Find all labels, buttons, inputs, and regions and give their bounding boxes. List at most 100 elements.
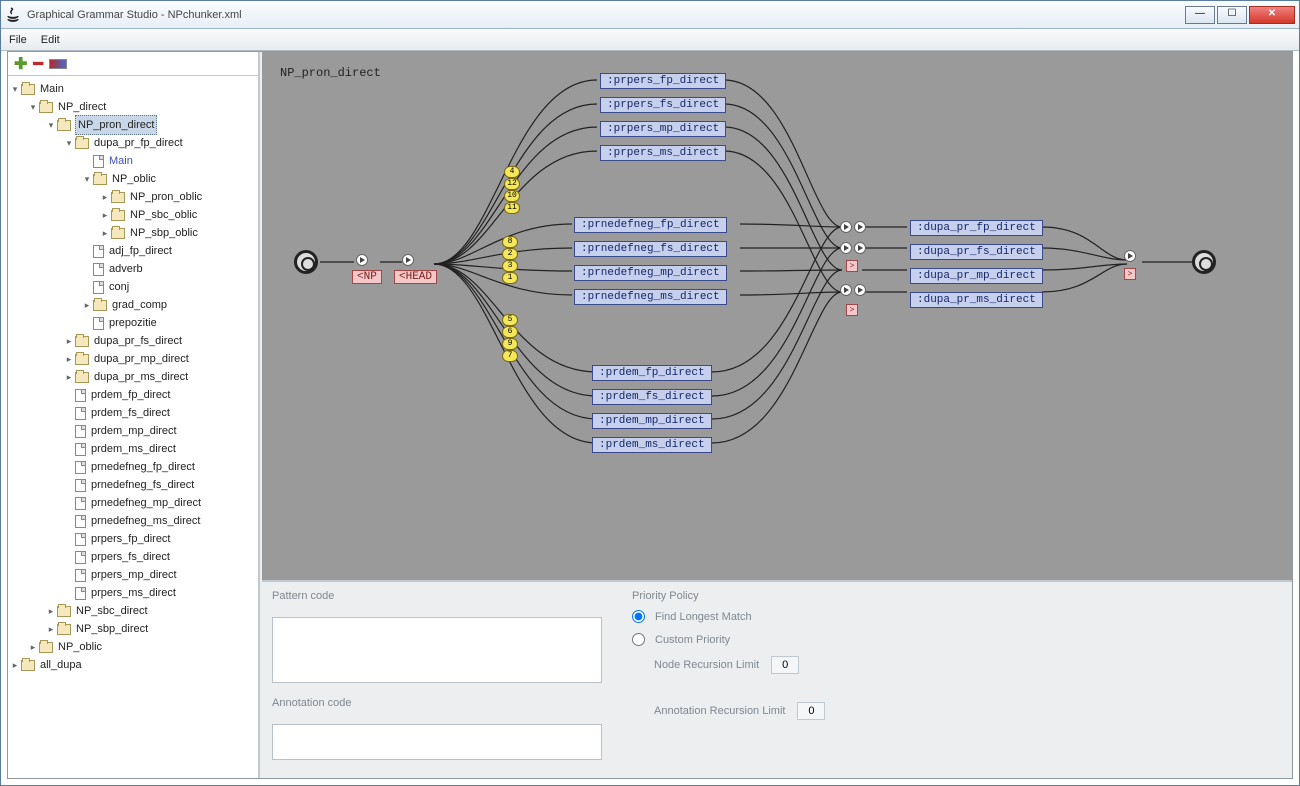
tree-item[interactable]: prdem_fs_direct — [10, 404, 256, 422]
tree-item[interactable]: prdem_mp_direct — [10, 422, 256, 440]
priority-bubble: 2 — [502, 248, 518, 260]
tree-item[interactable]: ▸NP_sbc_oblic — [10, 206, 256, 224]
maximize-button[interactable]: ☐ — [1217, 6, 1247, 24]
file-icon — [93, 317, 104, 330]
tree-item[interactable]: ▸all_dupa — [10, 656, 256, 674]
tree-item-label: prpers_mp_direct — [90, 566, 178, 584]
tree-item-label: NP_sbp_oblic — [129, 224, 199, 242]
tree-item[interactable]: ▾NP_pron_direct — [10, 116, 256, 134]
tree-item[interactable]: ▸dupa_pr_mp_direct — [10, 350, 256, 368]
folder-icon — [39, 102, 53, 113]
tree-item[interactable]: prpers_ms_direct — [10, 584, 256, 602]
tree-item[interactable]: prnedefneg_ms_direct — [10, 512, 256, 530]
tree-item[interactable]: ▸grad_comp — [10, 296, 256, 314]
add-icon[interactable]: ✚ — [14, 54, 27, 74]
tree-item[interactable]: prpers_fs_direct — [10, 548, 256, 566]
tree-item[interactable]: Main — [10, 152, 256, 170]
tree-item[interactable]: prdem_ms_direct — [10, 440, 256, 458]
tree-item-label: dupa_pr_ms_direct — [93, 368, 189, 386]
node-recursion-input[interactable] — [771, 656, 799, 674]
graph-node[interactable]: :dupa_pr_fs_direct — [910, 244, 1043, 260]
longest-match-radio[interactable] — [632, 610, 645, 623]
tree-item-label: adj_fp_direct — [108, 242, 173, 260]
graph-node[interactable]: :prdem_fs_direct — [592, 389, 712, 405]
folder-icon — [111, 210, 125, 221]
tree-item[interactable]: ▾NP_oblic — [10, 170, 256, 188]
tree-item[interactable]: prnedefneg_fp_direct — [10, 458, 256, 476]
priority-bubble: 7 — [502, 350, 518, 362]
menu-file[interactable]: File — [9, 34, 27, 46]
file-icon — [75, 443, 86, 456]
graph-node[interactable]: :prnedefneg_mp_direct — [574, 265, 727, 281]
tree-item[interactable]: adverb — [10, 260, 256, 278]
graph-node[interactable]: :prnedefneg_ms_direct — [574, 289, 727, 305]
close-button[interactable]: ✕ — [1249, 6, 1295, 24]
tree-view[interactable]: ▾Main▾NP_direct▾NP_pron_direct▾dupa_pr_f… — [8, 76, 258, 778]
start-node[interactable] — [294, 250, 318, 274]
arrow-icon — [356, 254, 368, 266]
folder-icon — [57, 120, 71, 131]
pink-marker[interactable]: > — [846, 304, 858, 316]
arrow-icon — [854, 221, 866, 233]
folder-icon — [111, 228, 125, 239]
tree-item[interactable]: prepozitie — [10, 314, 256, 332]
tree-item[interactable]: ▾dupa_pr_fp_direct — [10, 134, 256, 152]
file-icon — [75, 533, 86, 546]
tree-item[interactable]: prnedefneg_fs_direct — [10, 476, 256, 494]
tree-item[interactable]: ▸NP_sbp_direct — [10, 620, 256, 638]
head-tag-node[interactable]: <HEAD — [394, 270, 437, 284]
custom-priority-radio[interactable] — [632, 633, 645, 646]
folder-icon — [75, 372, 89, 383]
menu-edit[interactable]: Edit — [41, 34, 60, 46]
graph-node[interactable]: :prpers_mp_direct — [600, 121, 726, 137]
folder-icon — [93, 174, 107, 185]
graph-node[interactable]: :prpers_fp_direct — [600, 73, 726, 89]
tree-item[interactable]: ▸NP_sbc_direct — [10, 602, 256, 620]
graph-canvas[interactable]: NP_pron_direct — [262, 52, 1292, 580]
tree-item[interactable]: adj_fp_direct — [10, 242, 256, 260]
graph-node[interactable]: :dupa_pr_ms_direct — [910, 292, 1043, 308]
priority-bubble: 1 — [502, 272, 518, 284]
tree-item[interactable]: ▸dupa_pr_fs_direct — [10, 332, 256, 350]
pink-marker[interactable]: > — [846, 260, 858, 272]
tree-item[interactable]: ▾NP_direct — [10, 98, 256, 116]
graph-node[interactable]: :prnedefneg_fp_direct — [574, 217, 727, 233]
end-node[interactable] — [1192, 250, 1216, 274]
delete-icon[interactable]: ━ — [33, 54, 43, 74]
pink-marker[interactable]: > — [1124, 268, 1136, 280]
graph-node[interactable]: :prdem_mp_direct — [592, 413, 712, 429]
graph-node[interactable]: :prpers_ms_direct — [600, 145, 726, 161]
tree-item[interactable]: prpers_mp_direct — [10, 566, 256, 584]
tree-item-label: prpers_fp_direct — [90, 530, 172, 548]
tree-item[interactable]: conj — [10, 278, 256, 296]
rename-icon[interactable] — [49, 59, 67, 69]
tree-item[interactable]: prpers_fp_direct — [10, 530, 256, 548]
tree-item[interactable]: ▾Main — [10, 80, 256, 98]
annotation-recursion-label: Annotation Recursion Limit — [654, 705, 785, 717]
tree-item[interactable]: ▸NP_oblic — [10, 638, 256, 656]
np-tag-node[interactable]: <NP — [352, 270, 382, 284]
pattern-code-input[interactable] — [272, 617, 602, 683]
tree-item-label: prnedefneg_ms_direct — [90, 512, 201, 530]
annotation-code-input[interactable] — [272, 724, 602, 760]
tree-item[interactable]: prdem_fp_direct — [10, 386, 256, 404]
annotation-recursion-input[interactable] — [797, 702, 825, 720]
priority-bubble: 11 — [504, 202, 520, 214]
priority-bubble: 10 — [504, 190, 520, 202]
tree-item[interactable]: ▸NP_sbp_oblic — [10, 224, 256, 242]
graph-node[interactable]: :prnedefneg_fs_direct — [574, 241, 727, 257]
tree-item[interactable]: ▸NP_pron_oblic — [10, 188, 256, 206]
window-title: Graphical Grammar Studio - NPchunker.xml — [27, 9, 1185, 21]
minimize-button[interactable]: — — [1185, 6, 1215, 24]
tree-item[interactable]: prnedefneg_mp_direct — [10, 494, 256, 512]
graph-node[interactable]: :prdem_ms_direct — [592, 437, 712, 453]
graph-node[interactable]: :dupa_pr_mp_direct — [910, 268, 1043, 284]
graph-node[interactable]: :dupa_pr_fp_direct — [910, 220, 1043, 236]
tree-item-label: NP_sbc_direct — [75, 602, 149, 620]
folder-icon — [75, 336, 89, 347]
tree-item-label: NP_sbc_oblic — [129, 206, 198, 224]
tree-item[interactable]: ▸dupa_pr_ms_direct — [10, 368, 256, 386]
tree-item-label: NP_sbp_direct — [75, 620, 149, 638]
graph-node[interactable]: :prpers_fs_direct — [600, 97, 726, 113]
graph-node[interactable]: :prdem_fp_direct — [592, 365, 712, 381]
